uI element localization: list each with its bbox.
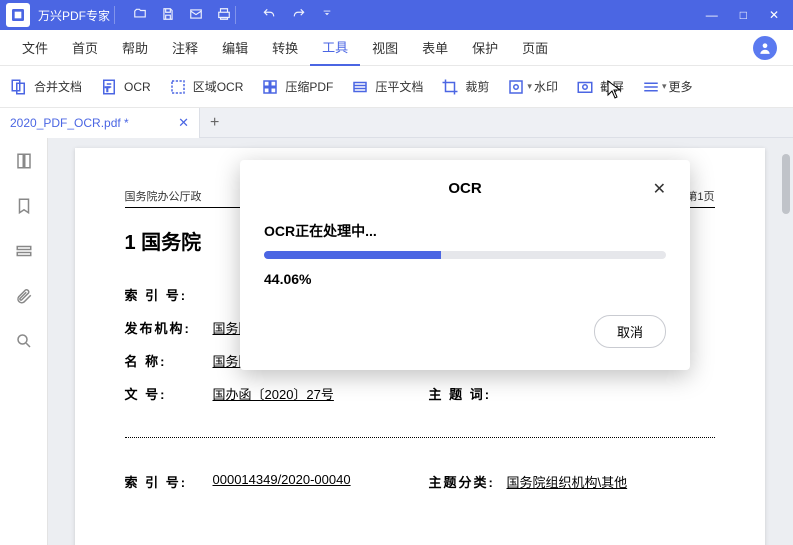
tool-more[interactable]: ▾ 更多 [642,78,693,96]
tool-label: 压平文档 [375,78,423,95]
ribbon-toolbar: 合并文档 T OCR 区域OCR 压缩PDF 压平文档 裁剪 ▾ 水印 截屏 ▾… [0,66,793,108]
undo-redo-group [262,7,332,24]
watermark-icon [507,78,525,96]
merge-icon [10,78,28,96]
tool-merge[interactable]: 合并文档 [10,78,82,96]
bookmark-icon[interactable] [15,197,33,220]
svg-text:T: T [105,86,109,93]
field-label: 主题分类: [429,472,499,491]
left-sidebar [0,138,48,545]
tool-label: 区域OCR [193,78,244,95]
menu-tools[interactable]: 工具 [310,30,360,66]
menu-file[interactable]: 文件 [10,30,60,66]
save-icon[interactable] [161,7,175,24]
menu-protect[interactable]: 保护 [460,30,510,66]
ocr-progress-dialog: OCR ✕ OCR正在处理中... 44.06% 取消 [240,160,690,370]
screenshot-icon [576,78,594,96]
search-icon[interactable] [15,332,33,355]
field-value: 国办函〔2020〕27号 [213,384,421,403]
field-value [507,384,715,403]
undo-icon[interactable] [262,7,276,24]
page-header-left: 国务院办公厅政 [125,188,202,204]
window-controls: — □ ✕ [706,8,779,22]
field-label: 发布机构: [125,318,205,337]
progress-bar [264,251,666,259]
mail-icon[interactable] [189,7,203,24]
field-label: 索 引 号: [125,285,205,304]
menu-convert[interactable]: 转换 [260,30,310,66]
field-label: 名 称: [125,351,205,370]
separator [125,437,715,438]
field-value: 国务院组织机构\其他 [507,472,715,491]
redo-icon[interactable] [292,7,306,24]
menu-home[interactable]: 首页 [60,30,110,66]
dialog-close-icon[interactable]: ✕ [653,179,666,199]
more-icon [642,78,660,96]
title-bar: 万兴PDF专家 — □ ✕ [0,0,793,30]
cancel-button[interactable]: 取消 [594,315,666,348]
attachment-icon[interactable] [15,287,33,310]
field-value: 000014349/2020-00040 [213,472,421,491]
crop-icon [441,78,459,96]
progress-percent: 44.06% [264,271,666,287]
tab-close-icon[interactable]: ✕ [178,115,189,131]
open-icon[interactable] [133,7,147,24]
progress-fill [264,251,441,259]
minimize-button[interactable]: — [706,8,718,22]
field-label: 文 号: [125,384,205,403]
vertical-scrollbar[interactable] [781,148,791,535]
app-logo [6,3,30,27]
comments-icon[interactable] [15,242,33,265]
tool-label: 更多 [669,78,693,95]
chevron-down-icon: ▾ [662,81,667,92]
tool-area-ocr[interactable]: 区域OCR [169,78,244,96]
tool-crop[interactable]: 裁剪 [441,78,489,96]
dialog-title: OCR [448,180,481,197]
compress-icon [261,78,279,96]
close-button[interactable]: ✕ [769,8,779,22]
menu-bar: 文件 首页 帮助 注释 编辑 转换 工具 视图 表单 保护 页面 [0,30,793,66]
qat-dropdown-icon[interactable] [322,7,332,24]
tool-label: 截屏 [600,78,624,95]
divider [235,6,236,24]
document-tab[interactable]: 2020_PDF_OCR.pdf * ✕ [0,108,200,138]
document-tab-bar: 2020_PDF_OCR.pdf * ✕ + [0,108,793,138]
menu-forms[interactable]: 表单 [410,30,460,66]
menu-edit[interactable]: 编辑 [210,30,260,66]
thumbnails-icon[interactable] [15,152,33,175]
tool-compress[interactable]: 压缩PDF [261,78,333,96]
tool-ocr[interactable]: T OCR [100,78,151,96]
tool-flatten[interactable]: 压平文档 [351,78,423,96]
page-header-right: 第1页 [686,188,714,204]
chevron-down-icon: ▾ [527,81,532,92]
menu-annotate[interactable]: 注释 [160,30,210,66]
ocr-icon: T [100,78,118,96]
user-avatar[interactable] [753,36,777,60]
tool-watermark[interactable]: ▾ 水印 [507,78,558,96]
flatten-icon [351,78,369,96]
tool-label: OCR [124,80,151,94]
area-ocr-icon [169,78,187,96]
print-icon[interactable] [217,7,231,24]
quick-access-toolbar [133,7,231,24]
field-label: 索 引 号: [125,472,205,491]
maximize-button[interactable]: □ [740,8,747,22]
menu-help[interactable]: 帮助 [110,30,160,66]
menu-view[interactable]: 视图 [360,30,410,66]
divider [114,6,115,24]
app-name: 万兴PDF专家 [38,7,110,24]
scrollbar-thumb[interactable] [782,154,790,214]
tool-label: 压缩PDF [285,78,333,95]
tool-screenshot[interactable]: 截屏 [576,78,624,96]
tool-label: 裁剪 [465,78,489,95]
field-label: 主 题 词: [429,384,499,403]
tool-label: 水印 [534,78,558,95]
menu-page[interactable]: 页面 [510,30,560,66]
progress-status-text: OCR正在处理中... [264,221,666,241]
tool-label: 合并文档 [34,78,82,95]
add-tab-button[interactable]: + [200,114,229,132]
tab-title: 2020_PDF_OCR.pdf * [10,116,129,130]
